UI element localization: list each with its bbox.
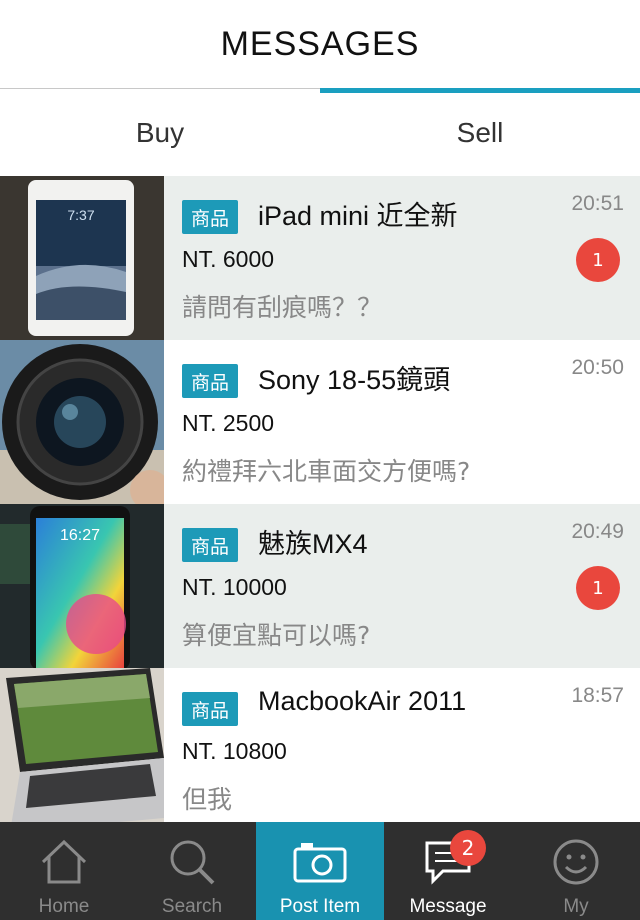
item-thumbnail: 16:27: [0, 504, 164, 668]
item-title: MacbookAir 2011: [258, 686, 467, 716]
message-time: 20:51: [571, 192, 624, 215]
header: MESSAGES: [0, 0, 640, 88]
active-tab-indicator: [320, 88, 640, 93]
conversation-info: 商品 iPad mini 近全新 NT. 6000 請問有刮痕嗎？？ 20:51…: [164, 176, 640, 340]
item-tag: 商品: [182, 692, 238, 726]
unread-badge: 1: [576, 238, 620, 282]
item-title: 魅族MX4: [258, 529, 368, 559]
unread-badge: 1: [576, 566, 620, 610]
tabbar-label: Message: [409, 896, 487, 917]
tabbar-label: My: [563, 896, 589, 917]
item-thumbnail: [0, 668, 164, 822]
item-thumbnail: 7:37: [0, 176, 164, 340]
item-price: NT. 10800: [182, 738, 287, 764]
tabbar-search[interactable]: Search: [128, 822, 256, 920]
item-tag: 商品: [182, 200, 238, 234]
item-tag: 商品: [182, 528, 238, 562]
item-title: iPad mini 近全新: [258, 201, 458, 231]
item-price: NT. 10000: [182, 574, 287, 600]
conversation-row[interactable]: 7:37 商品 iPad mini 近全新 NT. 6000 請問有刮痕嗎？？ …: [0, 176, 640, 340]
item-price: NT. 6000: [182, 246, 275, 272]
conversation-info: 商品 魅族MX4 NT. 10000 算便宜點可以嗎? 20:49 1: [164, 504, 640, 668]
conversation-row[interactable]: 商品 MacbookAir 2011 NT. 10800 但我 18:57: [0, 668, 640, 822]
message-time: 20:50: [571, 356, 624, 379]
message-count-badge: 2: [450, 830, 486, 866]
home-icon: [39, 834, 89, 890]
tabbar-label: Post Item: [279, 896, 361, 917]
tab-sell[interactable]: Sell: [320, 89, 640, 176]
last-message: 請問有刮痕嗎？？: [182, 293, 383, 322]
last-message: 但我: [182, 785, 233, 814]
item-price: NT. 2500: [182, 410, 275, 436]
conversation-info: 商品 Sony 18-55鏡頭 NT. 2500 約禮拜六北車面交方便嗎? 20…: [164, 340, 640, 504]
conversation-row[interactable]: 商品 Sony 18-55鏡頭 NT. 2500 約禮拜六北車面交方便嗎? 20…: [0, 340, 640, 504]
tabbar-message[interactable]: 2 Message: [384, 822, 512, 920]
segment-tabs: Buy Sell: [0, 88, 640, 176]
svg-text:7:37: 7:37: [67, 207, 94, 223]
search-icon: [167, 834, 217, 890]
page-title: MESSAGES: [220, 24, 420, 63]
item-title: Sony 18-55鏡頭: [258, 365, 451, 395]
tabbar-post-item[interactable]: Post Item: [256, 822, 384, 920]
conversation-row[interactable]: 16:27 商品 魅族MX4 NT. 10000 算便宜點可以嗎? 20:49 …: [0, 504, 640, 668]
bottom-tab-bar: Home Search Post Item 2 Message My: [0, 822, 640, 920]
tabbar-home[interactable]: Home: [0, 822, 128, 920]
item-tag: 商品: [182, 364, 238, 398]
tabbar-my[interactable]: My: [512, 822, 640, 920]
message-time: 20:49: [571, 520, 624, 543]
tabbar-label: Search: [161, 896, 223, 917]
last-message: 約禮拜六北車面交方便嗎?: [182, 457, 471, 486]
conversation-list[interactable]: 7:37 商品 iPad mini 近全新 NT. 6000 請問有刮痕嗎？？ …: [0, 176, 640, 822]
item-thumbnail: [0, 340, 164, 504]
camera-icon: [292, 834, 348, 890]
conversation-info: 商品 MacbookAir 2011 NT. 10800 但我 18:57: [164, 668, 640, 822]
svg-text:16:27: 16:27: [60, 527, 100, 544]
message-time: 18:57: [571, 684, 624, 707]
tab-buy[interactable]: Buy: [0, 89, 320, 176]
tabbar-label: Home: [38, 896, 90, 917]
last-message: 算便宜點可以嗎?: [182, 621, 371, 650]
smiley-icon: [551, 834, 601, 890]
